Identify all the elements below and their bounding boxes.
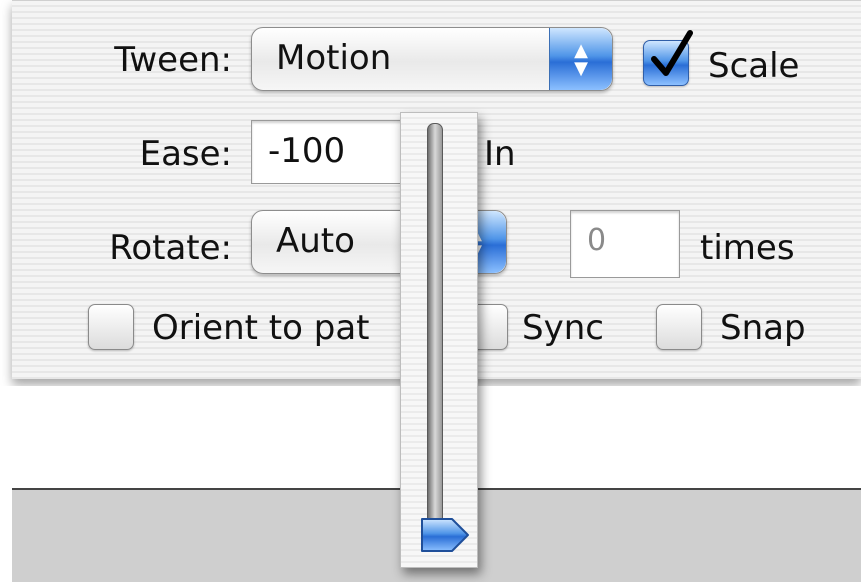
snap-checkbox[interactable]: [656, 304, 702, 350]
tween-popup[interactable]: Motion ▲ ▼: [251, 27, 613, 91]
ease-slider-popup[interactable]: [400, 112, 478, 568]
snap-label: Snap: [720, 308, 806, 348]
rotate-times-input[interactable]: 0: [570, 210, 680, 278]
tween-value: Motion: [276, 38, 392, 78]
ease-in-label: In: [484, 134, 516, 174]
tween-label: Tween:: [114, 40, 232, 80]
rotate-value: Auto: [276, 221, 355, 261]
updown-chevron-icon: ▲▼: [549, 28, 612, 90]
sync-label: Sync: [522, 308, 604, 348]
scale-checkbox[interactable]: [643, 30, 693, 86]
ease-label: Ease:: [139, 134, 232, 174]
scale-label: Scale: [708, 46, 800, 86]
ease-input[interactable]: -100: [251, 120, 413, 184]
slider-thumb-icon[interactable]: [418, 515, 472, 555]
rotate-label: Rotate:: [109, 228, 232, 268]
ease-value: -100: [268, 131, 346, 171]
times-label: times: [700, 228, 795, 268]
ease-slider-track[interactable]: [427, 123, 443, 543]
orient-to-path-checkbox[interactable]: [88, 304, 134, 350]
orient-to-path-label: Orient to pat: [152, 308, 370, 348]
checkmark-icon: [651, 30, 693, 76]
rotate-times-value: 0: [587, 223, 607, 258]
